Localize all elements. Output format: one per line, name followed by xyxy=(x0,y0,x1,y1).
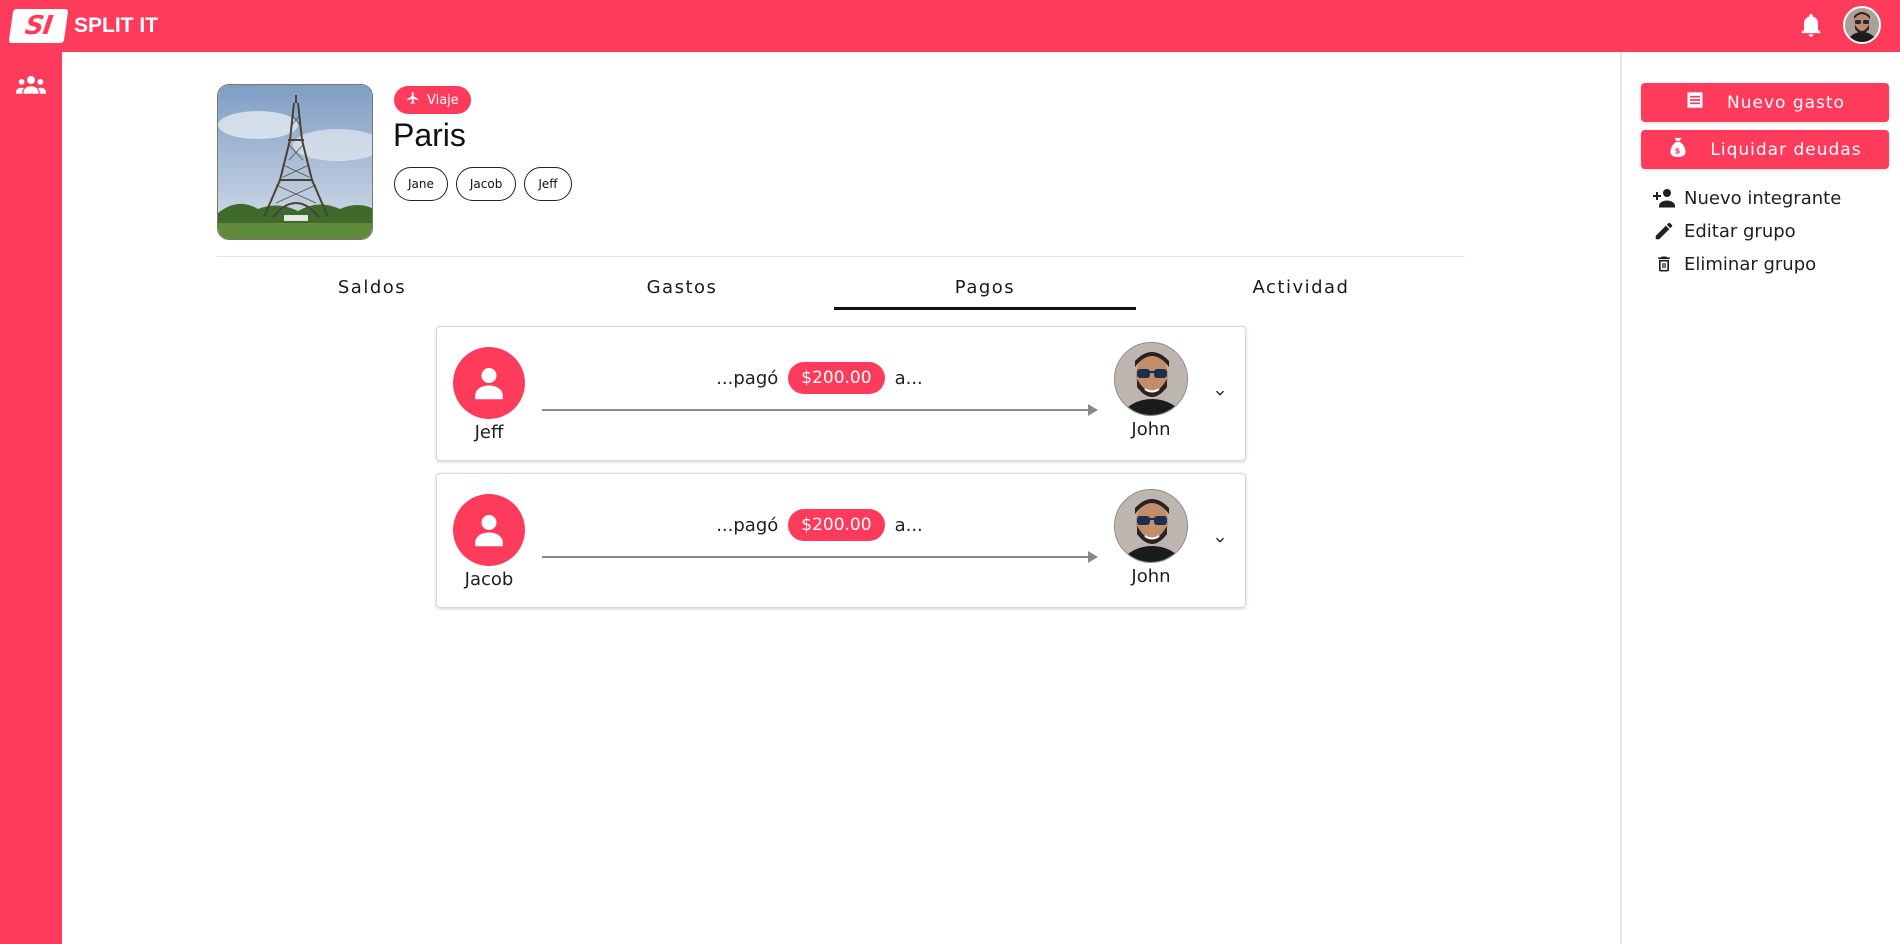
person-icon xyxy=(453,494,525,566)
tab-gastos[interactable]: Gastos xyxy=(527,264,837,310)
delete-group-menu-item[interactable]: Eliminar grupo xyxy=(1652,251,1816,277)
payment-card[interactable]: Jacob ...pagó $200.00 a... John xyxy=(436,473,1246,608)
app-logo[interactable]: SI SPLIT IT xyxy=(8,9,158,43)
new-member-menu-item[interactable]: Nuevo integrante xyxy=(1652,185,1841,211)
pencil-icon xyxy=(1652,219,1676,243)
groups-icon[interactable] xyxy=(15,72,47,98)
category-label: Viaje xyxy=(427,92,459,108)
header-divider xyxy=(217,256,1465,257)
tab-actividad[interactable]: Actividad xyxy=(1136,264,1466,310)
trash-icon xyxy=(1652,252,1676,276)
arrow-right-icon xyxy=(1088,551,1098,563)
top-bar: SI SPLIT IT xyxy=(0,0,1900,52)
right-panel: Nuevo gasto $ Liquidar deudas Nuevo inte… xyxy=(1620,52,1900,944)
person-icon xyxy=(453,347,525,419)
svg-text:$: $ xyxy=(1675,146,1682,156)
chevron-down-icon[interactable] xyxy=(1209,529,1231,551)
payment-flow: ...pagó $200.00 a... xyxy=(542,362,1098,416)
delete-group-label: Eliminar grupo xyxy=(1684,253,1817,275)
payment-verb: ...pagó xyxy=(716,514,779,536)
logo-text: SPLIT IT xyxy=(74,14,158,37)
money-bag-icon: $ xyxy=(1668,136,1688,163)
user-avatar[interactable] xyxy=(1843,6,1881,44)
payment-verb: ...pagó xyxy=(716,367,779,389)
logo-mark: SI xyxy=(8,9,69,43)
new-expense-button[interactable]: Nuevo gasto xyxy=(1641,83,1889,122)
tab-saldos[interactable]: Saldos xyxy=(217,264,527,310)
payee-avatar xyxy=(1114,489,1188,563)
person-add-icon xyxy=(1652,186,1676,210)
payee-avatar xyxy=(1114,342,1188,416)
group-photo xyxy=(217,84,373,240)
settle-debts-label: Liquidar deudas xyxy=(1710,139,1862,160)
arrow-line xyxy=(542,409,1090,411)
chevron-down-icon[interactable] xyxy=(1209,382,1231,404)
amount-pill: $200.00 xyxy=(788,509,885,541)
payment-connector: a... xyxy=(894,367,923,389)
app-root: SI SPLIT IT Viaje Paris Jane Jacob Jeff … xyxy=(0,0,1900,944)
payee-name: John xyxy=(1131,566,1171,587)
tab-bar: Saldos Gastos Pagos Actividad xyxy=(217,264,1465,310)
member-chip[interactable]: Jacob xyxy=(455,167,517,201)
amount-pill: $200.00 xyxy=(788,362,885,394)
arrow-right-icon xyxy=(1088,404,1098,416)
new-member-label: Nuevo integrante xyxy=(1684,187,1842,209)
payer-name: Jacob xyxy=(464,569,514,590)
active-tab-indicator xyxy=(834,307,1136,310)
settle-debts-button[interactable]: $ Liquidar deudas xyxy=(1641,130,1889,169)
member-chip[interactable]: Jane xyxy=(394,167,448,201)
payment-card[interactable]: Jeff ...pagó $200.00 a... John xyxy=(436,326,1246,461)
edit-group-menu-item[interactable]: Editar grupo xyxy=(1652,218,1796,244)
tab-pagos[interactable]: Pagos xyxy=(834,264,1136,310)
payment-flow: ...pagó $200.00 a... xyxy=(542,509,1098,563)
payee-name: John xyxy=(1131,419,1171,440)
member-chips: Jane Jacob Jeff xyxy=(394,167,572,201)
arrow-line xyxy=(542,556,1090,558)
edit-group-label: Editar grupo xyxy=(1684,220,1796,242)
group-title: Paris xyxy=(393,117,466,153)
payer-name: Jeff xyxy=(474,422,504,443)
member-chip[interactable]: Jeff xyxy=(524,167,572,201)
airplane-icon xyxy=(406,91,420,109)
left-sidebar xyxy=(0,52,62,944)
new-expense-label: Nuevo gasto xyxy=(1727,92,1845,113)
payment-connector: a... xyxy=(894,514,923,536)
category-badge: Viaje xyxy=(394,86,471,114)
bell-icon[interactable] xyxy=(1794,8,1828,42)
receipt-icon xyxy=(1685,90,1705,115)
